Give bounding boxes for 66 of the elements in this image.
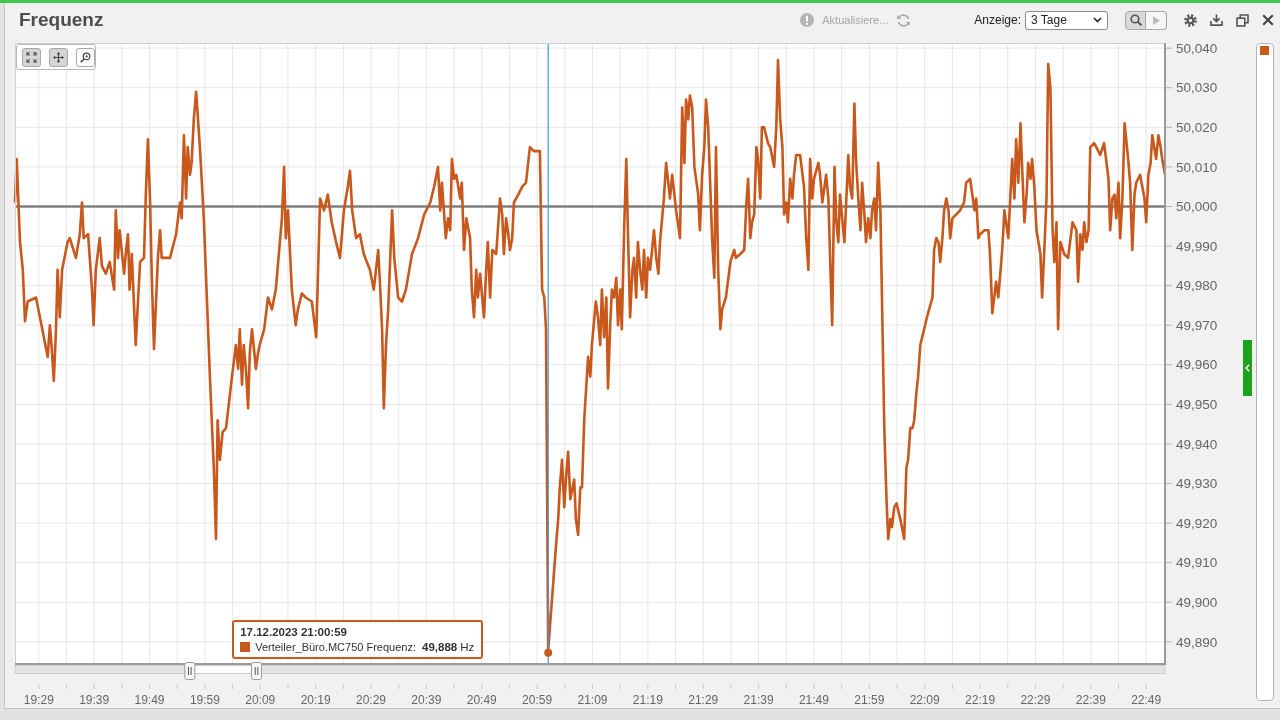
range-slider[interactable]: [14, 662, 1166, 680]
range-select[interactable]: 3 Tage: [1025, 10, 1108, 30]
x-axis-label: 22:39: [1075, 693, 1106, 707]
x-axis-label: 19:29: [23, 693, 54, 707]
reset-zoom-button[interactable]: [22, 47, 41, 67]
x-axis-label: 22:29: [1020, 693, 1051, 707]
x-axis-label: 19:39: [79, 693, 110, 707]
chevron-down-icon: [1093, 17, 1102, 23]
chevron-left-icon: [1245, 364, 1250, 372]
y-axis-label: 50,000: [1176, 199, 1218, 215]
y-axis-label: 49,950: [1176, 397, 1218, 413]
y-axis-label: 49,980: [1176, 278, 1218, 294]
tooltip-value: 49,888: [422, 640, 458, 653]
x-axis-label: 21:49: [798, 693, 829, 707]
x-axis-label: 21:59: [854, 693, 885, 707]
x-axis-label: 21:09: [577, 693, 608, 707]
expand-arrows-icon: [26, 51, 37, 63]
chart-title: Frequenz: [19, 9, 104, 31]
x-axis-label: 19:59: [189, 693, 220, 707]
y-axis-label: 49,910: [1176, 555, 1218, 571]
y-axis-label: 49,890: [1176, 634, 1218, 650]
range-label: Anzeige:: [974, 13, 1021, 27]
x-axis-label: 20:19: [300, 693, 331, 707]
y-axis-label: 49,920: [1176, 515, 1218, 531]
x-axis-label: 20:59: [522, 693, 553, 707]
tooltip-time: 17.12.2023 21:00:59: [240, 625, 348, 638]
zoom-button[interactable]: [1125, 10, 1146, 30]
y-axis-label: 49,990: [1176, 238, 1218, 254]
settings-icon[interactable]: [1184, 13, 1197, 27]
x-axis-label: 20:39: [411, 693, 442, 707]
x-axis-label: 20:29: [356, 693, 387, 707]
y-axis-label: 49,970: [1176, 317, 1218, 333]
tooltip-label: Verteiler_Büro.MC750 Frequenz:: [255, 640, 416, 653]
exclamation-icon: [800, 13, 815, 27]
play-icon: [1152, 15, 1160, 25]
x-axis-label: 21:29: [688, 693, 719, 707]
restore-window-icon[interactable]: [1236, 13, 1249, 27]
y-axis-label: 49,900: [1176, 594, 1218, 610]
pan-button[interactable]: [49, 47, 68, 67]
y-axis-label: 50,020: [1176, 120, 1218, 135]
move-arrows-icon: [53, 51, 64, 63]
y-axis-label: 50,010: [1176, 159, 1218, 175]
y-axis-label: 49,940: [1176, 436, 1218, 452]
zoom-tool-button[interactable]: [76, 47, 95, 67]
range-handle[interactable]: [251, 662, 262, 680]
y-axis-label: 49,960: [1176, 357, 1218, 373]
download-icon[interactable]: [1210, 14, 1223, 26]
x-axis-label: 22:49: [1131, 693, 1162, 707]
x-axis-label: 20:49: [466, 693, 497, 707]
y-axis-label: 50,040: [1176, 43, 1218, 56]
x-axis-label: 20:09: [245, 693, 276, 707]
x-axis-label: 22:19: [965, 693, 996, 707]
y-axis-label: 50,030: [1176, 80, 1218, 96]
x-axis-label: 22:09: [909, 693, 940, 707]
x-axis-label: 19:49: [134, 693, 165, 707]
range-handle[interactable]: [184, 662, 196, 680]
magnifier-icon: [80, 51, 91, 63]
legend-swatch-icon[interactable]: [1260, 46, 1269, 55]
legend-toggle-tab[interactable]: [1243, 340, 1252, 396]
x-axis-label: 21:39: [743, 693, 774, 707]
close-icon[interactable]: [1262, 14, 1274, 26]
tooltip-unit: Hz: [460, 640, 475, 653]
x-axis-label: 21:19: [632, 693, 663, 707]
y-axis-label: 49,930: [1176, 476, 1218, 492]
status-text: Aktualisiere...: [822, 14, 889, 26]
search-icon: [1129, 14, 1142, 26]
